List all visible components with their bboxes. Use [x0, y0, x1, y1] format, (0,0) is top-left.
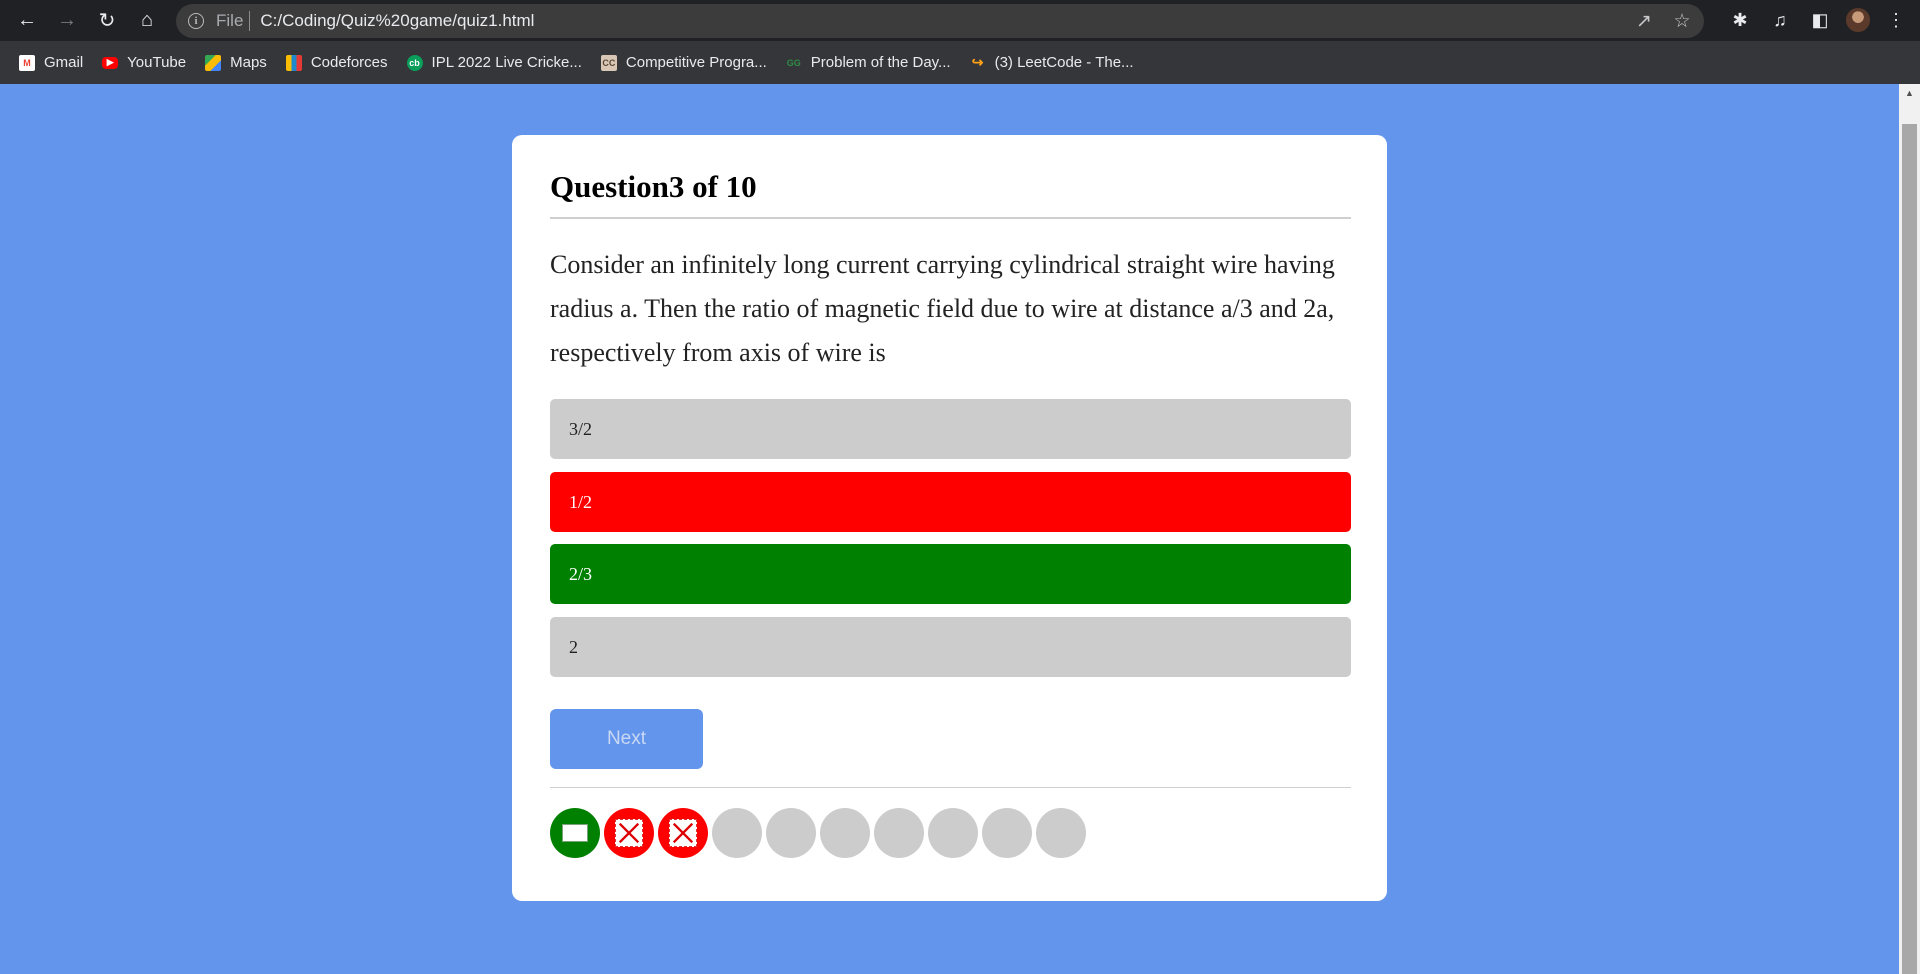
address-scheme-label: File — [216, 11, 244, 30]
bookmark-cricbuzz[interactable]: cb IPL 2022 Live Cricke... — [406, 54, 582, 71]
title-divider — [550, 217, 1351, 219]
bookmark-label: IPL 2022 Live Cricke... — [431, 54, 582, 71]
bookmark-label: Problem of the Day... — [810, 54, 951, 71]
address-separator — [249, 11, 251, 31]
site-info-icon[interactable]: i — [188, 13, 204, 29]
progress-dot-wrong — [658, 808, 708, 858]
side-panel-icon[interactable]: ◧ — [1806, 6, 1834, 34]
codechef-icon: CC — [600, 54, 617, 71]
scroll-up-arrow-icon[interactable]: ▲ — [1899, 84, 1920, 101]
bookmark-gfg[interactable]: GG Problem of the Day... — [786, 54, 951, 71]
answer-option-1[interactable]: 3/2 — [550, 399, 1351, 459]
progress-dot-unanswered — [928, 808, 978, 858]
bookmark-maps[interactable]: Maps — [205, 54, 267, 71]
progress-dot-wrong — [604, 808, 654, 858]
wrong-mark-icon — [669, 819, 697, 847]
bookmark-codeforces[interactable]: Codeforces — [285, 54, 388, 71]
media-queue-icon[interactable]: ♫ — [1766, 6, 1794, 34]
progress-dot-unanswered — [766, 808, 816, 858]
progress-dot-unanswered — [874, 808, 924, 858]
page-scrollbar[interactable]: ▲ — [1899, 84, 1920, 974]
codeforces-icon — [285, 54, 302, 71]
answer-option-4[interactable]: 2 — [550, 617, 1351, 677]
progress-dot-unanswered — [982, 808, 1032, 858]
bookmark-label: Codeforces — [310, 54, 388, 71]
bookmark-label: Maps — [230, 54, 267, 71]
answer-option-label: 3/2 — [569, 418, 593, 439]
answer-option-label: 2/3 — [569, 563, 593, 584]
bookmark-label: Competitive Progra... — [625, 54, 767, 71]
address-url[interactable]: C:/Coding/Quiz%20game/quiz1.html — [260, 11, 534, 31]
wrong-mark-icon — [615, 819, 643, 847]
progress-dot-unanswered — [1036, 808, 1086, 858]
answer-option-label: 2 — [569, 636, 578, 657]
extensions-puzzle-icon[interactable]: ✱ — [1726, 6, 1754, 34]
bookmark-gmail[interactable]: M Gmail — [19, 54, 83, 71]
question-counter-title: Question3 of 10 — [550, 169, 757, 204]
scroll-thumb[interactable] — [1902, 124, 1917, 974]
address-bar[interactable]: i File C:/Coding/Quiz%20game/quiz1.html … — [176, 4, 1704, 38]
bookmark-label: Gmail — [44, 54, 84, 71]
quiz-card: Question3 of 10 Consider an infinitely l… — [512, 135, 1387, 901]
leetcode-icon: ↪ — [971, 54, 984, 70]
progress-dot-correct — [550, 808, 600, 858]
profile-avatar[interactable] — [1846, 8, 1870, 32]
progress-dot-unanswered — [820, 808, 870, 858]
progress-divider — [550, 787, 1351, 788]
gfg-icon: GG — [786, 57, 801, 68]
bookmarks-bar: M Gmail ▶ YouTube Maps Codeforces cb IPL… — [0, 41, 1920, 84]
share-icon[interactable]: ↗ — [1628, 5, 1660, 37]
cricbuzz-icon: cb — [406, 54, 423, 71]
reload-icon[interactable]: ↻ — [93, 6, 121, 34]
bookmark-label: YouTube — [127, 54, 187, 71]
gmail-icon: M — [19, 54, 35, 71]
answer-option-label: 1/2 — [569, 491, 593, 512]
answer-option-2[interactable]: 1/2 — [550, 472, 1351, 532]
bookmark-codechef[interactable]: CC Competitive Progra... — [600, 54, 767, 71]
answer-option-3[interactable]: 2/3 — [550, 544, 1351, 604]
correct-mark-icon — [562, 824, 588, 842]
progress-dot-unanswered — [712, 808, 762, 858]
bookmark-youtube[interactable]: ▶ YouTube — [102, 54, 186, 71]
bookmark-leetcode[interactable]: ↪ (3) LeetCode - The... — [970, 54, 1134, 71]
progress-tracker — [550, 808, 1090, 858]
bookmark-star-icon[interactable]: ☆ — [1666, 5, 1698, 37]
youtube-icon: ▶ — [102, 56, 119, 69]
bookmark-label: (3) LeetCode - The... — [994, 54, 1134, 71]
browser-toolbar: ← → ↻ ⌂ i File C:/Coding/Quiz%20game/qui… — [0, 0, 1920, 41]
home-icon[interactable]: ⌂ — [133, 6, 161, 34]
question-text: Consider an infinitely long current carr… — [550, 250, 1335, 367]
next-button[interactable]: Next — [550, 709, 703, 769]
back-arrow-icon[interactable]: ← — [13, 6, 41, 34]
menu-kebab-icon[interactable]: ⋮ — [1882, 6, 1910, 34]
maps-icon — [205, 54, 222, 71]
forward-arrow-icon[interactable]: → — [53, 6, 81, 34]
